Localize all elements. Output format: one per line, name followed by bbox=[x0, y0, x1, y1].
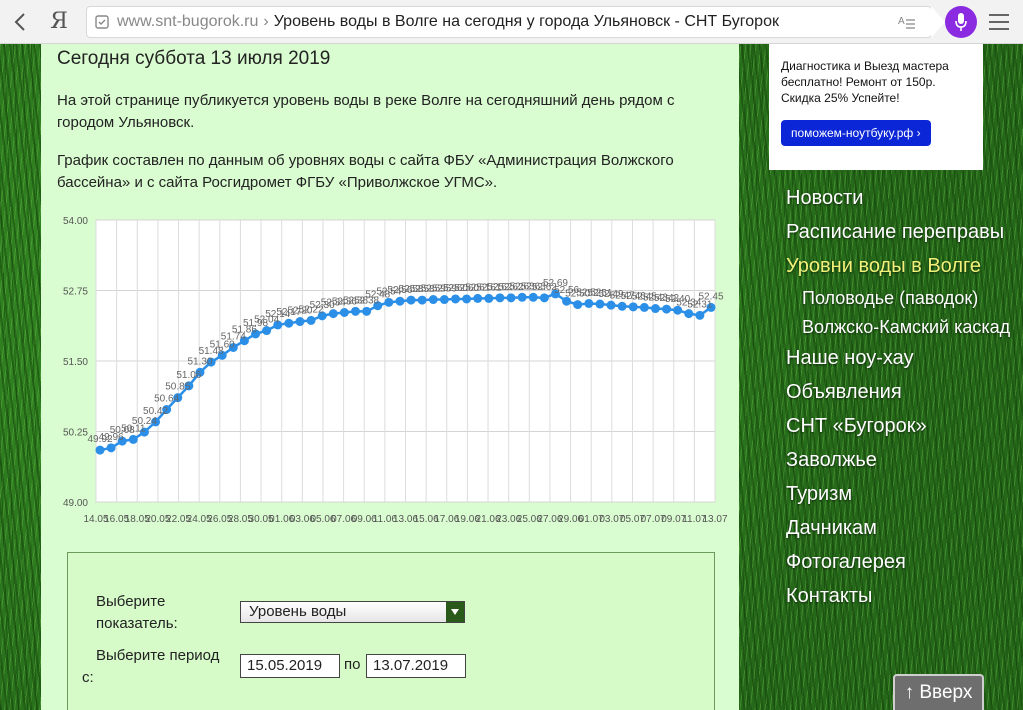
water-level-chart: 49.0050.2551.5052.7554.0014.0516.0518.05… bbox=[63, 216, 728, 525]
data-label: 52.45 bbox=[698, 291, 723, 302]
y-tick-label: 51.50 bbox=[63, 357, 88, 368]
nav-subitem-volga-kama[interactable]: Волжско-Камский каскад bbox=[802, 315, 1016, 340]
ad-text: Диагностика и Выезд мастера бесплатно! Р… bbox=[781, 59, 949, 105]
address-bar[interactable]: www.snt-bugorok.ru › Уровень воды в Волг… bbox=[86, 6, 945, 38]
back-button[interactable] bbox=[0, 0, 40, 44]
menu-icon-line bbox=[989, 14, 1009, 16]
chevron-down-icon bbox=[446, 602, 464, 622]
date-heading: Сегодня суббота 13 июля 2019 bbox=[57, 48, 331, 69]
data-point bbox=[628, 302, 638, 312]
data-point bbox=[362, 306, 372, 316]
nav-item-water-levels[interactable]: Уровни воды в Волге bbox=[786, 252, 1016, 280]
date-to-input[interactable]: 13.07.2019 bbox=[366, 654, 466, 678]
nav-item-photo-gallery[interactable]: Фотогалерея bbox=[786, 548, 1016, 576]
nav-item-announcements[interactable]: Объявления bbox=[786, 378, 1016, 406]
address-separator: › bbox=[263, 13, 269, 30]
menu-button[interactable] bbox=[989, 12, 1009, 32]
data-point bbox=[128, 434, 138, 444]
data-point bbox=[639, 302, 649, 312]
data-point bbox=[517, 292, 527, 302]
data-point bbox=[284, 318, 294, 328]
main-content: Сегодня суббота 13 июля 2019 На этой стр… bbox=[41, 44, 739, 710]
data-point bbox=[662, 304, 672, 314]
data-point bbox=[473, 293, 483, 303]
data-point bbox=[295, 317, 305, 327]
nav-item-tourism[interactable]: Туризм bbox=[786, 480, 1016, 508]
period-label: Выберите период с: bbox=[82, 647, 220, 686]
data-point bbox=[617, 301, 627, 311]
nav-item-know-how[interactable]: Наше ноу-хау bbox=[786, 344, 1016, 372]
intro-paragraph: На этой странице публикуется уровень вод… bbox=[57, 92, 675, 131]
menu-icon-line bbox=[989, 21, 1009, 23]
data-point bbox=[584, 298, 594, 308]
data-point bbox=[528, 292, 538, 302]
nav-item-snt[interactable]: СНТ «Бугорок» bbox=[786, 412, 1016, 440]
data-point bbox=[462, 294, 472, 304]
yandex-logo[interactable]: Я bbox=[40, 0, 78, 44]
source-paragraph: График составлен по данным об уровнях во… bbox=[57, 152, 674, 191]
data-point bbox=[450, 294, 460, 304]
nav-item-news[interactable]: Новости bbox=[786, 184, 1016, 212]
data-label: 50.64 bbox=[154, 394, 179, 405]
menu-icon-line bbox=[989, 28, 1009, 30]
ad-block: Диагностика и Выезд мастера бесплатно! Р… bbox=[769, 44, 983, 170]
data-point bbox=[495, 293, 505, 303]
translate-icon[interactable]: A bbox=[897, 13, 917, 33]
svg-text:A: A bbox=[898, 16, 905, 27]
data-point bbox=[439, 295, 449, 305]
data-point bbox=[506, 293, 516, 303]
data-point bbox=[339, 307, 349, 317]
data-point bbox=[351, 306, 361, 316]
data-point bbox=[650, 304, 660, 314]
indicator-select[interactable]: Уровень воды bbox=[240, 601, 465, 623]
data-point bbox=[595, 299, 605, 309]
data-point bbox=[695, 310, 705, 320]
data-point bbox=[606, 300, 616, 310]
chevron-left-icon bbox=[14, 12, 25, 31]
period-separator: по bbox=[344, 656, 361, 673]
scroll-up-button[interactable]: ↑ Вверх bbox=[893, 674, 984, 710]
nav-subitem-flood[interactable]: Половодье (паводок) bbox=[802, 286, 1016, 311]
data-label: 50.24 bbox=[132, 416, 157, 427]
data-point bbox=[306, 315, 316, 325]
data-point bbox=[428, 295, 438, 305]
address-domain: www.snt-bugorok.ru bbox=[117, 13, 259, 30]
y-tick-label: 54.00 bbox=[63, 216, 88, 227]
y-tick-label: 52.75 bbox=[63, 287, 88, 298]
data-point bbox=[95, 445, 105, 455]
data-point bbox=[539, 293, 549, 303]
y-tick-label: 50.25 bbox=[63, 428, 88, 439]
y-tick-label: 49.00 bbox=[63, 498, 88, 509]
nav-item-ferry-schedule[interactable]: Расписание переправы bbox=[786, 218, 1016, 246]
microphone-icon bbox=[955, 13, 967, 31]
indicator-label: Выберите показатель: bbox=[96, 593, 178, 632]
data-point bbox=[395, 296, 405, 306]
address-arrow bbox=[931, 6, 945, 38]
voice-search-button[interactable] bbox=[945, 6, 977, 38]
ad-link-button[interactable]: поможем-ноутбуку.рф › bbox=[781, 120, 931, 146]
data-label: 51.06 bbox=[176, 370, 201, 381]
indicator-select-value: Уровень воды bbox=[249, 603, 347, 620]
address-page-title: Уровень воды в Волге на сегодня у города… bbox=[273, 13, 779, 30]
data-point bbox=[406, 295, 416, 305]
data-point bbox=[573, 300, 583, 310]
x-tick-label: 13.07 bbox=[702, 514, 727, 525]
nav-item-zavolzhye[interactable]: Заволжье bbox=[786, 446, 1016, 474]
sidebar-nav: Новости Расписание переправы Уровни воды… bbox=[786, 184, 1016, 616]
date-from-input[interactable]: 15.05.2019 bbox=[240, 654, 340, 678]
data-point bbox=[417, 295, 427, 305]
nav-item-contacts[interactable]: Контакты bbox=[786, 582, 1016, 610]
data-label: 50.85 bbox=[165, 382, 190, 393]
filter-form: Выберите показатель: Уровень воды Выбери… bbox=[67, 552, 715, 710]
data-label: 50.42 bbox=[143, 406, 168, 417]
lock-icon bbox=[87, 14, 117, 30]
data-label: 51.30 bbox=[187, 356, 212, 367]
data-point bbox=[684, 309, 694, 319]
nav-item-gardeners[interactable]: Дачникам bbox=[786, 514, 1016, 542]
data-point bbox=[484, 293, 494, 303]
